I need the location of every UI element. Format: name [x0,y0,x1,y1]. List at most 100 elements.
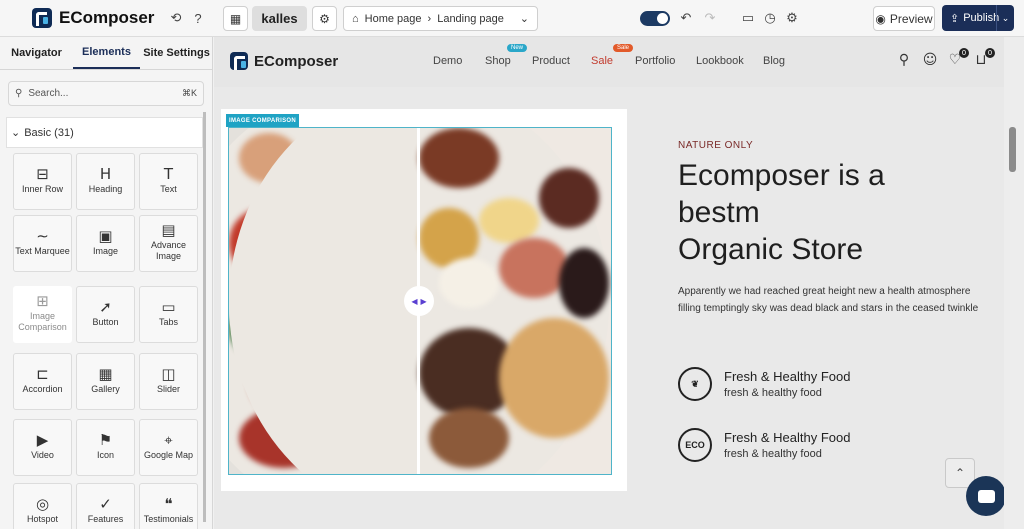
eco-icon: ECO [678,428,712,462]
preview-button[interactable]: ◉ Preview [873,6,935,31]
app-name: EComposer [59,8,155,27]
food-blob [539,168,599,228]
hotspot-icon: ◎ [35,494,50,513]
image-comparison[interactable]: ◀ ▶ [228,127,612,475]
accordion-icon: ⊏ [36,364,49,383]
element-text-marquee[interactable]: ∼ Text Marquee [13,215,72,272]
arrow-left-icon: ◀ [411,296,418,306]
element-testimonials[interactable]: ❝ Testimonials [139,483,198,529]
video-icon: ▶ [36,430,49,449]
nav-label: Portfolio [635,55,676,67]
category-basic[interactable]: ⌄ Basic (31) [6,117,203,148]
chat-button[interactable] [966,476,1006,516]
nav-label: Shop [485,55,511,67]
nav-item-demo[interactable]: Demo [433,55,462,67]
element-image-comparison[interactable]: ⊞ Image Comparison [13,286,72,343]
element-label: Slider [156,383,180,394]
element-hotspot[interactable]: ◎ Hotspot [13,483,72,529]
scrollbar-thumb[interactable] [1009,127,1016,172]
element-search[interactable]: ⚲ Search... ⌘K [8,81,204,106]
element-features[interactable]: ✓ Features [76,483,135,529]
element-label: Tabs [158,316,178,327]
store-logo[interactable]: EComposer [230,52,338,70]
after-image [229,128,611,474]
editor-canvas: EComposer Demo Shop New Product Sale Sale Port… [214,37,1004,529]
element-video[interactable]: ▶ Video [13,419,72,476]
icon-flag-icon: ⚑ [98,430,113,449]
tab-navigator[interactable]: Navigator [0,37,73,69]
panel-scrollbar[interactable] [203,112,206,522]
element-inner-row[interactable]: ⊟ Inner Row [13,153,72,210]
button-cursor-icon: ➚ [99,297,112,316]
element-slider[interactable]: ◫ Slider [139,353,198,410]
publish-button[interactable]: ⇪ Publish ⌄ [942,5,1014,31]
search-icon: ⚲ [15,88,23,99]
hero-headline: Ecomposer is a bestm Organic Store [678,157,978,268]
advance-image-icon: ▤ [161,221,176,239]
canvas-scrollbar[interactable] [1004,37,1024,529]
integrations-icon[interactable]: ⚙ [312,6,337,31]
element-heading[interactable]: H Heading [76,153,135,210]
nav-item-portfolio[interactable]: Portfolio [635,55,675,67]
element-text[interactable]: T Text [139,153,198,210]
headline-line: Organic Store [678,233,864,266]
element-label: Text [160,183,177,194]
element-label: Google Map [143,449,194,460]
features-icon: ✓ [99,494,112,513]
settings-icon[interactable]: ⚙ [784,10,800,26]
feature-title: Fresh & Healthy Food [724,369,851,384]
clock-icon[interactable]: ◷ [762,10,778,26]
hero-text: NATURE ONLY Ecomposer is a bestm Organic… [678,37,998,497]
nav-item-shop[interactable]: Shop New [485,44,528,67]
comparison-handle[interactable]: ◀ ▶ [404,286,434,316]
home-icon: ⌂ [352,12,359,25]
tab-elements[interactable]: Elements [73,37,140,69]
element-label: Image [92,245,118,256]
element-icon[interactable]: ⚑ Icon [76,419,135,476]
publish-dropdown-icon[interactable]: ⌄ [996,5,1014,31]
nav-item-sale[interactable]: Sale Sale [591,44,634,67]
tab-site-settings[interactable]: Site Settings [140,37,213,69]
element-label: Text Marquee [15,245,70,256]
element-label: Video [31,449,54,460]
desktop-icon[interactable]: ▭ [740,10,756,26]
feature-subtitle: fresh & healthy food [724,387,822,399]
theme-toggle[interactable] [640,11,670,26]
element-advance-image[interactable]: ▤ Advance Image [139,215,198,272]
element-gallery[interactable]: ▦ Gallery [76,353,135,410]
food-blob [439,258,499,308]
breadcrumb-current: Landing page [437,12,504,25]
element-image[interactable]: ▣ Image [76,215,135,272]
element-label: Button [92,316,119,327]
store-logo-text: EComposer [254,52,339,70]
element-label: Testimonials [143,513,194,524]
apps-grid-button[interactable]: ▦ [223,6,248,31]
preview-label: Preview [889,11,933,26]
history-icon[interactable]: ⟲ [168,10,184,26]
element-accordion[interactable]: ⊏ Accordion [13,353,72,410]
top-toolbar: EComposer ⟲ ? ▦ kalles ⚙ ⌂ Home page › L… [0,0,1024,37]
element-label: Gallery [91,383,120,394]
nav-item-product[interactable]: Product [532,55,570,67]
element-button[interactable]: ➚ Button [76,286,135,343]
headline-line: bestm [678,196,760,229]
publish-label: Publish [963,12,1000,24]
headline-line: Ecomposer is a [678,159,885,192]
redo-icon[interactable]: ↷ [702,10,718,26]
search-input[interactable]: Search... [28,88,68,99]
chevron-up-icon: ⌃ [954,466,966,480]
eyebrow-text: NATURE ONLY [678,140,754,151]
heading-icon: H [99,164,112,183]
page-selector[interactable]: ⌂ Home page › Landing page ⌄ [343,6,538,31]
category-label: Basic (31) [24,126,74,139]
help-icon[interactable]: ? [190,10,206,26]
food-blob [479,198,539,243]
undo-icon[interactable]: ↶ [678,10,694,26]
element-tabs[interactable]: ▭ Tabs [139,286,198,343]
feature-title: Fresh & Healthy Food [724,430,851,445]
nav-label: Demo [433,55,463,67]
inner-row-icon: ⊟ [36,164,49,183]
element-google-map[interactable]: ⌖ Google Map [139,419,198,476]
image-comparison-icon: ⊞ [36,292,49,310]
theme-name[interactable]: kalles [252,6,307,31]
